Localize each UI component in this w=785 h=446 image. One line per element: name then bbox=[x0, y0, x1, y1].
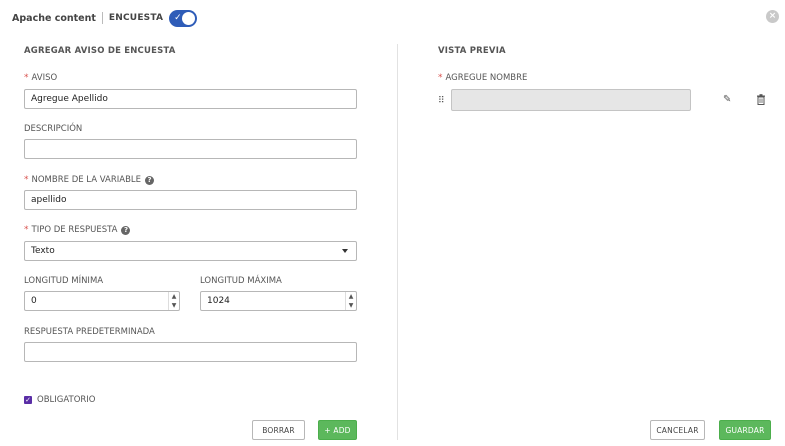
variable-label: * NOMBRE DE LA VARIABLE ? bbox=[24, 175, 155, 185]
max-length-value: 1024 bbox=[207, 296, 230, 306]
description-input[interactable] bbox=[24, 139, 357, 159]
variable-label-text: NOMBRE DE LA VARIABLE bbox=[31, 175, 142, 185]
clear-button[interactable]: BORRAR bbox=[252, 420, 305, 440]
max-length-label: LONGITUD MÁXIMA bbox=[200, 276, 282, 286]
cancel-button[interactable]: CANCELAR bbox=[650, 420, 705, 440]
variable-name-input[interactable]: apellido bbox=[24, 190, 357, 210]
answer-type-label-text: TIPO DE RESPUESTA bbox=[31, 225, 118, 235]
preview-field-label: * AGREGUE NOMBRE bbox=[438, 73, 527, 83]
question-circle-icon[interactable]: ? bbox=[145, 175, 155, 185]
preview-field-label-text: AGREGUE NOMBRE bbox=[445, 73, 528, 83]
add-button[interactable]: + ADD bbox=[318, 420, 357, 440]
close-icon[interactable]: × bbox=[766, 10, 779, 23]
answer-type-label: * TIPO DE RESPUESTA ? bbox=[24, 225, 131, 235]
check-icon: ✓ bbox=[174, 12, 182, 23]
required-star: * bbox=[24, 73, 29, 83]
description-label: DESCRIPCIÓN bbox=[24, 124, 82, 134]
panel-divider bbox=[397, 44, 398, 440]
required-star: * bbox=[24, 175, 29, 185]
default-answer-label-text: RESPUESTA PREDETERMINADA bbox=[24, 327, 155, 337]
prompt-label: * AVISO bbox=[24, 73, 57, 83]
toggle-knob bbox=[182, 11, 196, 25]
preview-section-title: VISTA PREVIA bbox=[438, 46, 506, 56]
drag-handle-icon[interactable]: ⠿ bbox=[438, 96, 445, 106]
preview-field-input bbox=[451, 89, 691, 111]
prompt-input[interactable]: Agregue Apellido bbox=[24, 89, 357, 109]
max-length-input[interactable]: 1024 ▲ ▼ bbox=[200, 291, 357, 311]
default-answer-input[interactable] bbox=[24, 342, 357, 362]
survey-label: ENCUESTA bbox=[108, 13, 164, 23]
app-title: Apache content bbox=[12, 12, 96, 24]
min-length-spinner[interactable]: ▲ ▼ bbox=[168, 292, 179, 310]
prompt-label-text: AVISO bbox=[31, 73, 58, 83]
default-answer-label: RESPUESTA PREDETERMINADA bbox=[24, 327, 155, 337]
required-star: * bbox=[24, 225, 29, 235]
pencil-icon[interactable]: ✎ bbox=[723, 94, 731, 105]
answer-type-select[interactable]: Texto bbox=[24, 241, 357, 261]
required-label: OBLIGATORIO bbox=[37, 395, 96, 405]
required-checkbox[interactable]: ✓ bbox=[24, 396, 32, 404]
form-section-title: AGREGAR AVISO DE ENCUESTA bbox=[24, 46, 176, 56]
min-length-label: LONGITUD MÍNIMA bbox=[24, 276, 103, 286]
required-star: * bbox=[438, 73, 443, 83]
min-length-value: 0 bbox=[31, 296, 37, 306]
description-label-text: DESCRIPCIÓN bbox=[24, 124, 83, 134]
max-length-label-text: LONGITUD MÁXIMA bbox=[200, 276, 282, 286]
min-length-label-text: LONGITUD MÍNIMA bbox=[24, 276, 104, 286]
max-length-spinner[interactable]: ▲ ▼ bbox=[345, 292, 356, 310]
trash-svg bbox=[757, 94, 765, 105]
header-separator bbox=[101, 12, 103, 24]
survey-toggle[interactable]: ✓ bbox=[169, 9, 198, 27]
question-circle-icon[interactable]: ? bbox=[121, 225, 131, 235]
trash-icon[interactable] bbox=[756, 94, 766, 108]
answer-type-value: Texto bbox=[31, 246, 55, 256]
min-length-input[interactable]: 0 ▲ ▼ bbox=[24, 291, 180, 311]
header: Apache content ENCUESTA ✓ bbox=[12, 7, 198, 29]
save-button[interactable]: GUARDAR bbox=[719, 420, 771, 440]
caret-down-icon bbox=[342, 249, 348, 253]
